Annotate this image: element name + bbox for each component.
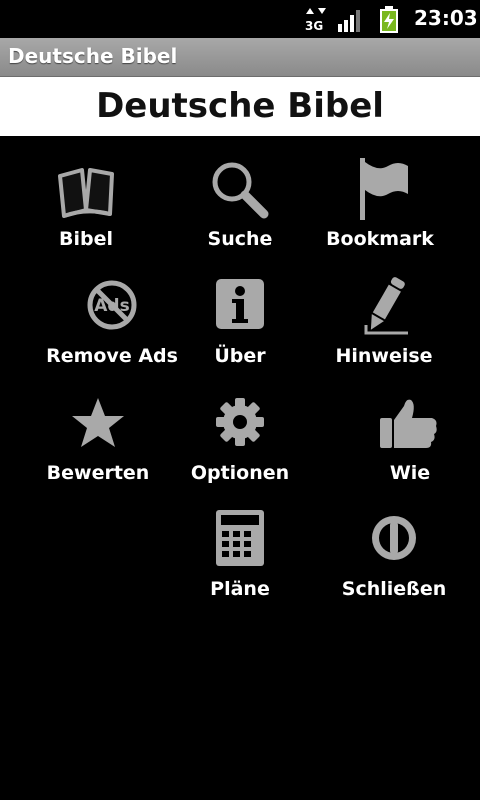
3g-network-icon: 3G bbox=[305, 8, 326, 32]
book-icon bbox=[58, 168, 114, 218]
menu-item-optionen[interactable]: Optionen bbox=[170, 392, 310, 502]
menu-item-bibel[interactable]: Bibel bbox=[16, 158, 156, 268]
menu-item-label: Pläne bbox=[210, 578, 270, 600]
menu-item-ueber[interactable]: Über bbox=[170, 275, 310, 385]
star-icon bbox=[72, 398, 124, 447]
menu-item-wie[interactable]: Wie bbox=[340, 392, 480, 502]
signal-strength-icon bbox=[338, 10, 360, 32]
menu-item-label: Bibel bbox=[59, 228, 113, 250]
menu-item-schliessen[interactable]: Schließen bbox=[324, 508, 464, 618]
pencil-icon bbox=[364, 277, 408, 335]
thumbs-up-icon bbox=[380, 399, 437, 448]
info-icon bbox=[216, 279, 264, 329]
no-ads-icon: Ads bbox=[87, 280, 137, 330]
page-title: Deutsche Bibel bbox=[96, 86, 384, 126]
gear-icon bbox=[216, 398, 264, 446]
menu-item-bewerten[interactable]: Bewerten bbox=[28, 392, 168, 502]
menu-item-bookmark[interactable]: Bookmark bbox=[310, 158, 450, 268]
app-title: Deutsche Bibel bbox=[8, 44, 178, 68]
search-icon bbox=[212, 162, 269, 219]
status-bar: 3G 23:03 bbox=[0, 0, 480, 38]
calendar-icon bbox=[216, 510, 264, 566]
menu-item-label: Suche bbox=[207, 228, 273, 250]
menu-item-remove-ads[interactable]: Ads Remove Ads bbox=[42, 275, 182, 385]
menu-item-plaene[interactable]: Pläne bbox=[170, 508, 310, 618]
menu-item-label: Remove Ads bbox=[46, 345, 178, 367]
menu-item-suche[interactable]: Suche bbox=[170, 158, 310, 268]
menu-item-label: Über bbox=[214, 345, 266, 367]
power-icon bbox=[372, 516, 416, 560]
menu-item-label: Hinweise bbox=[335, 345, 433, 367]
menu-item-label: Bewerten bbox=[46, 462, 150, 484]
header-banner: Deutsche Bibel bbox=[0, 77, 480, 136]
menu-item-label: Schließen bbox=[341, 578, 447, 600]
battery-charging-icon bbox=[380, 6, 398, 33]
clock: 23:03 bbox=[414, 6, 478, 30]
svg-text:3G: 3G bbox=[305, 19, 323, 32]
menu-item-label: Wie bbox=[389, 462, 431, 484]
menu-item-hinweise[interactable]: Hinweise bbox=[314, 275, 454, 385]
flag-icon bbox=[360, 158, 408, 220]
menu-item-label: Bookmark bbox=[326, 228, 434, 250]
menu-item-label: Optionen bbox=[190, 462, 290, 484]
app-title-bar: Deutsche Bibel bbox=[0, 38, 480, 77]
